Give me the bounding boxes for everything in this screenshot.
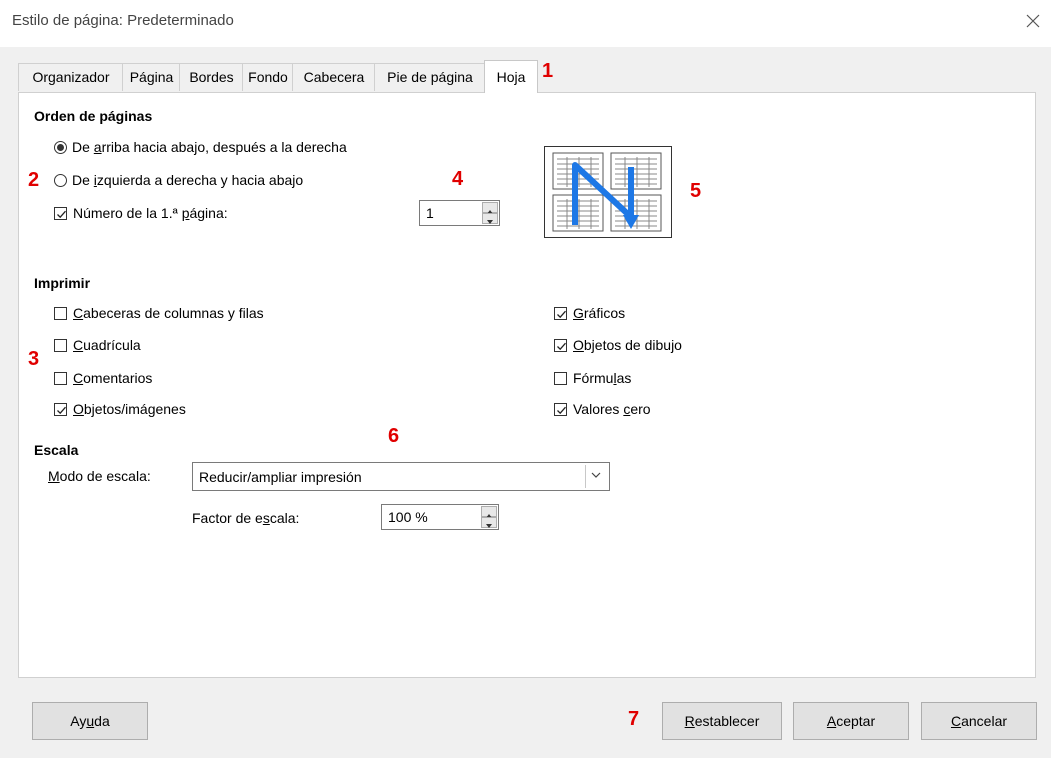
first-page-number-value[interactable]: 1 xyxy=(426,205,434,221)
radio-indicator-selected[interactable] xyxy=(54,140,67,154)
dropdown-button[interactable] xyxy=(585,465,607,488)
first-page-number-label: Número de la 1.ª página: xyxy=(73,205,228,221)
close-icon[interactable] xyxy=(1024,12,1042,30)
first-page-number-spinbox[interactable]: 1 xyxy=(419,200,500,226)
tab-pagina[interactable]: Página xyxy=(122,63,181,91)
triangle-down-icon xyxy=(486,524,492,528)
radio-indicator[interactable] xyxy=(54,173,67,187)
checkbox-checked[interactable] xyxy=(554,402,567,416)
tab-cabecera[interactable]: Cabecera xyxy=(292,63,376,91)
spin-up-button[interactable] xyxy=(482,202,498,214)
print-heading: Imprimir xyxy=(34,275,91,291)
checkbox-unchecked[interactable] xyxy=(554,371,567,385)
callout-6: 6 xyxy=(388,425,400,447)
checkbox-zero-values[interactable]: Valores cero xyxy=(554,401,651,417)
callout-3: 3 xyxy=(28,348,40,370)
callout-4: 4 xyxy=(452,168,464,190)
checkbox-checked[interactable] xyxy=(554,338,567,352)
window-title: Estilo de página: Predeterminado xyxy=(12,12,234,29)
page-order-preview-icon xyxy=(552,152,662,232)
callout-1: 1 xyxy=(542,60,554,82)
checkbox-comments[interactable]: Comentarios xyxy=(54,370,152,386)
checkbox-checked[interactable] xyxy=(54,402,67,416)
checkbox-checked[interactable] xyxy=(554,306,567,320)
title-bar: Estilo de página: Predeterminado xyxy=(0,0,1051,47)
scale-mode-value: Reducir/ampliar impresión xyxy=(199,469,362,485)
tab-organizador[interactable]: Organizador xyxy=(18,63,124,91)
scale-mode-dropdown[interactable]: Reducir/ampliar impresión xyxy=(192,462,610,491)
radio-left-to-right[interactable]: De izquierda a derecha y hacia abajo xyxy=(54,172,303,188)
tab-pie-de-pagina[interactable]: Pie de página xyxy=(374,63,486,91)
spin-down-button[interactable] xyxy=(481,517,497,528)
tab-fondo[interactable]: Fondo xyxy=(242,63,294,91)
checkbox-grid[interactable]: Cuadrícula xyxy=(54,337,141,353)
scale-factor-value[interactable]: 100 % xyxy=(388,509,428,525)
checkbox-unchecked[interactable] xyxy=(54,306,67,320)
spin-down-button[interactable] xyxy=(482,213,498,224)
checkbox-drawing-objects[interactable]: Objetos de dibujo xyxy=(554,337,682,353)
tab-hoja[interactable]: Hoja xyxy=(484,60,538,93)
tab-bordes[interactable]: Bordes xyxy=(179,63,244,91)
help-button[interactable]: Ayuda xyxy=(32,702,148,740)
checkbox-charts[interactable]: Gráficos xyxy=(554,305,625,321)
ok-button[interactable]: Aceptar xyxy=(793,702,909,740)
checkbox-checked[interactable] xyxy=(54,206,67,220)
scale-mode-label: Modo de escala: xyxy=(48,468,151,484)
reset-button[interactable]: Restablecer xyxy=(662,702,782,740)
page-order-heading: Orden de páginas xyxy=(34,108,153,124)
checkbox-column-row-headers[interactable]: Cabeceras de columnas y filas xyxy=(54,305,264,321)
triangle-down-icon xyxy=(487,220,493,224)
callout-7: 7 xyxy=(628,708,640,730)
checkbox-unchecked[interactable] xyxy=(54,371,67,385)
checkbox-unchecked[interactable] xyxy=(54,338,67,352)
check-icon xyxy=(557,406,566,414)
scale-factor-label: Factor de escala: xyxy=(192,510,300,526)
check-icon xyxy=(57,210,66,218)
first-page-number-checkbox[interactable]: Número de la 1.ª página: xyxy=(54,205,228,221)
spin-up-button[interactable] xyxy=(481,506,497,518)
radio-left-to-right-label: De izquierda a derecha y hacia abajo xyxy=(72,172,304,188)
check-icon xyxy=(57,406,66,414)
page-order-preview xyxy=(544,146,672,238)
checkbox-objects-images[interactable]: Objetos/imágenes xyxy=(54,401,186,417)
cancel-button[interactable]: Cancelar xyxy=(921,702,1037,740)
callout-2: 2 xyxy=(28,169,40,191)
scale-factor-spinbox[interactable]: 100 % xyxy=(381,504,499,530)
check-icon xyxy=(557,310,566,318)
callout-5: 5 xyxy=(690,180,702,202)
checkbox-formulas[interactable]: Fórmulas xyxy=(554,370,631,386)
scale-heading: Escala xyxy=(34,442,79,458)
radio-top-to-bottom-label: De arriba hacia abajo, después a la dere… xyxy=(72,139,347,155)
radio-top-to-bottom[interactable]: De arriba hacia abajo, después a la dere… xyxy=(54,139,347,155)
chevron-down-icon xyxy=(591,472,601,478)
check-icon xyxy=(557,342,566,350)
